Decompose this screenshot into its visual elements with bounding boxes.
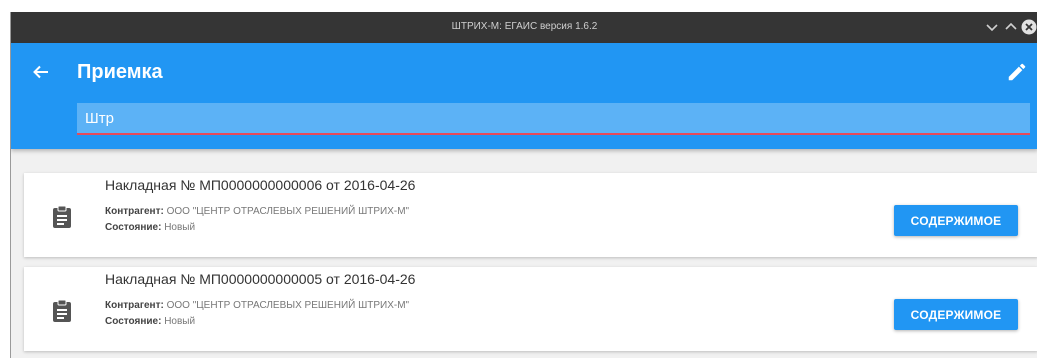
invoice-heading: Накладная № МП0000000000006 от 2016-04-2… [105,177,416,193]
status-value: Новый [164,316,196,327]
status-line: Состояние: Новый [105,316,195,327]
counterparty-value: ООО "ЦЕНТР ОТРАСЛЕВЫХ РЕШЕНИЙ ШТРИХ-М" [166,206,410,217]
invoice-card: Накладная № МП0000000000005 от 2016-04-2… [24,267,1037,351]
page-title: Приемка [77,61,163,83]
status-label: Состояние: [105,222,162,233]
minimize-button[interactable] [984,19,1000,35]
close-button[interactable] [1021,19,1037,35]
counterparty-value: ООО "ЦЕНТР ОТРАСЛЕВЫХ РЕШЕНИЙ ШТРИХ-М" [166,300,410,311]
close-icon [1021,19,1037,35]
search-input[interactable] [77,103,1030,133]
chevron-down-icon [986,24,998,32]
edit-pencil-icon[interactable] [1006,61,1028,83]
status-value: Новый [164,222,196,233]
app-window: ШТРИХ-М: ЕГАИС версия 1.6.2 Приемка Штр … [10,12,1037,358]
counterparty-label: Контрагент: [105,206,164,217]
invoice-heading: Накладная № МП0000000000005 от 2016-04-2… [105,271,416,287]
contents-button[interactable]: СОДЕРЖИМОЕ [894,299,1018,330]
counterparty-line: Контрагент: ООО "ЦЕНТР ОТРАСЛЕВЫХ РЕШЕНИ… [105,300,409,311]
search-field [77,103,1030,135]
app-bar: Приемка [11,43,1037,149]
counterparty-line: Контрагент: ООО "ЦЕНТР ОТРАСЛЕВЫХ РЕШЕНИ… [105,206,409,217]
status-label: Состояние: [105,316,162,327]
chevron-up-icon [1005,22,1017,30]
clipboard-icon [51,299,73,323]
window-titlebar[interactable]: ШТРИХ-М: ЕГАИС версия 1.6.2 [11,12,1037,43]
window-title: ШТРИХ-М: ЕГАИС версия 1.6.2 [451,21,598,32]
back-arrow-icon[interactable] [31,62,51,82]
status-line: Состояние: Новый [105,222,195,233]
clipboard-icon [51,205,73,229]
counterparty-label: Контрагент: [105,300,164,311]
contents-button[interactable]: СОДЕРЖИМОЕ [894,205,1018,236]
invoice-card: Накладная № МП0000000000006 от 2016-04-2… [24,173,1037,257]
maximize-button[interactable] [1003,19,1019,35]
